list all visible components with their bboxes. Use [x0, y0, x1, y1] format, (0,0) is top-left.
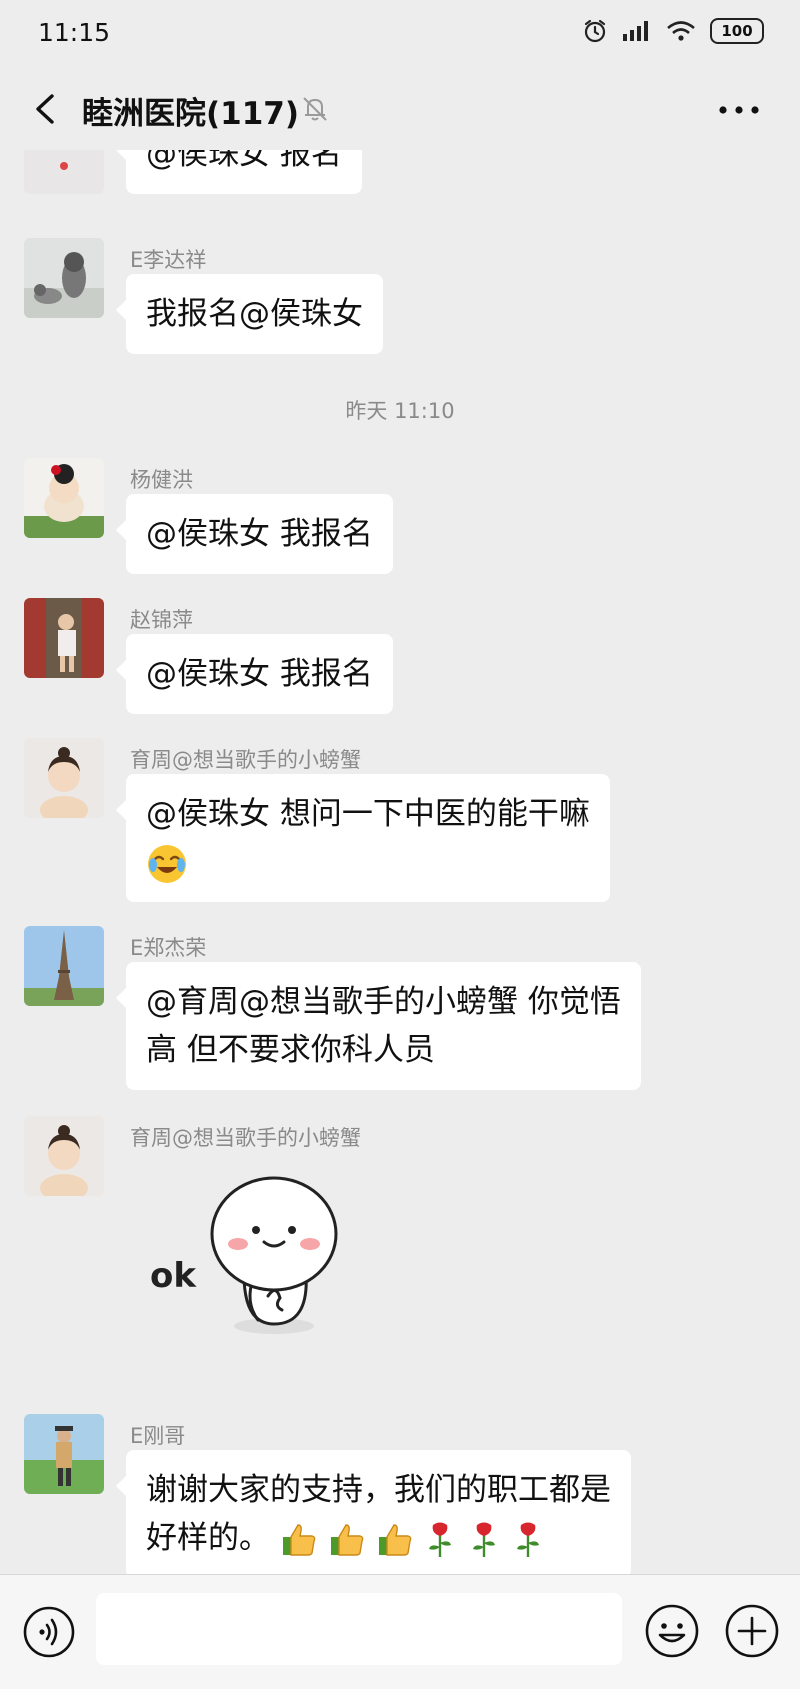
- message-bubble[interactable]: @育周@想当歌手的小螃蟹 你觉悟 高 但不要求你科人员: [116, 962, 641, 1090]
- status-icons: 100: [582, 18, 764, 44]
- avatar[interactable]: [24, 1414, 104, 1494]
- message-bubble[interactable]: @侯珠女 我报名: [116, 634, 393, 714]
- sender-name: 育周@想当歌手的小螃蟹: [130, 748, 361, 772]
- chat-area[interactable]: @侯珠女 报名 E李达祥 我报名@侯珠女 昨天 11:10 杨健洪 @侯珠女 我…: [0, 150, 800, 1574]
- chat-title: 睦洲医院(117): [82, 96, 300, 132]
- status-time: 11:15: [38, 18, 111, 47]
- message-text: 好样的。: [146, 1520, 270, 1556]
- back-arrow-icon[interactable]: [22, 84, 72, 134]
- avatar[interactable]: [24, 458, 104, 538]
- sender-name: E刚哥: [130, 1424, 186, 1448]
- message-bubble[interactable]: @侯珠女 想问一下中医的能干嘛: [116, 774, 610, 902]
- avatar[interactable]: [24, 1116, 104, 1196]
- avatar[interactable]: [24, 926, 104, 1006]
- sticker[interactable]: ok: [134, 1164, 354, 1344]
- message-text: @侯珠女 想问一下中医的能干嘛: [146, 796, 590, 832]
- crying-laughing-emoji-icon: [148, 844, 186, 883]
- message-bubble[interactable]: @侯珠女 我报名: [116, 494, 393, 574]
- wifi-icon: [667, 21, 695, 41]
- avatar[interactable]: [24, 238, 104, 318]
- signal-icon: [623, 21, 648, 41]
- sticker-text: ok: [150, 1256, 196, 1296]
- alarm-icon: [584, 19, 606, 43]
- rose-icon: [517, 1522, 540, 1557]
- nav-bar: 睦洲医院(117): [0, 70, 800, 150]
- avatar[interactable]: [24, 598, 104, 678]
- thumbs-up-icon: [330, 1523, 364, 1556]
- sender-name: 育周@想当歌手的小螃蟹: [130, 1126, 361, 1150]
- plus-icon[interactable]: [724, 1603, 780, 1659]
- time-divider: 昨天 11:10: [345, 399, 455, 423]
- more-dots-icon[interactable]: [714, 92, 764, 128]
- rose-icon: [429, 1522, 452, 1557]
- message-bubble[interactable]: @侯珠女 报名: [116, 150, 362, 194]
- emoji-icon[interactable]: [644, 1603, 700, 1659]
- message-text: 高 但不要求你科人员: [146, 1032, 435, 1068]
- status-bar: 11:15 100: [0, 0, 800, 70]
- sender-name: E郑杰荣: [130, 936, 207, 960]
- bell-off-icon: [303, 97, 327, 121]
- battery-indicator: 100: [710, 18, 764, 44]
- message-bubble[interactable]: 谢谢大家的支持，我们的职工都是 好样的。: [116, 1450, 631, 1574]
- avatar[interactable]: [24, 150, 104, 194]
- message-input[interactable]: [96, 1593, 622, 1665]
- message-text: @育周@想当歌手的小螃蟹 你觉悟: [146, 984, 621, 1020]
- emoji-row: [146, 838, 590, 886]
- message-bubble[interactable]: 我报名@侯珠女: [116, 274, 383, 354]
- rose-icon: [473, 1522, 496, 1557]
- message-text: 谢谢大家的支持，我们的职工都是: [146, 1472, 611, 1508]
- input-bar: [0, 1574, 800, 1689]
- avatar[interactable]: [24, 738, 104, 818]
- ok-sticker-icon: [210, 1176, 338, 1334]
- thumbs-up-icon: [282, 1523, 316, 1556]
- voice-icon[interactable]: [22, 1605, 76, 1659]
- sender-name: 杨健洪: [130, 468, 193, 492]
- message-text-row: 好样的。: [146, 1514, 611, 1562]
- thumbs-up-icon: [378, 1523, 411, 1556]
- sender-name: E李达祥: [130, 248, 207, 272]
- sender-name: 赵锦萍: [130, 608, 193, 632]
